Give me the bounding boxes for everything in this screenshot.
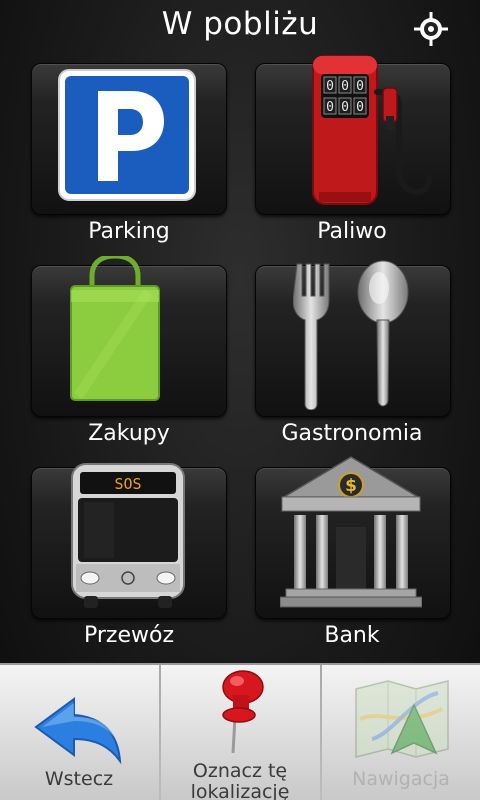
category-label-transport: Przewóz <box>83 623 174 648</box>
shopping-bag-icon <box>68 253 162 408</box>
bus-icon: SOS <box>70 460 186 614</box>
category-label-fuel: Paliwo <box>317 219 387 244</box>
bank-currency-symbol: $ <box>345 476 357 496</box>
back-arrow-icon <box>34 695 124 769</box>
pump-digit: 0 <box>341 79 349 94</box>
header: W pobliżu <box>0 0 480 56</box>
category-label-bank: Bank <box>324 623 380 648</box>
navigation-button-label: Nawigacja <box>352 768 450 790</box>
page-title: W pobliżu <box>161 6 319 42</box>
push-pin-icon <box>213 669 269 759</box>
category-label-parking: Parking <box>88 219 170 244</box>
bank-building-icon: $ <box>279 455 423 615</box>
bottom-action-bar: Wstecz Oznacz tę lokalizację Nawigacja <box>0 663 480 800</box>
back-button[interactable]: Wstecz <box>0 665 158 800</box>
parking-sign-icon <box>58 69 196 205</box>
navigation-button[interactable]: Nawigacja <box>322 665 480 800</box>
mark-location-label: Oznacz tę lokalizację <box>190 760 290 800</box>
pump-digit: 0 <box>356 79 364 94</box>
pump-digit: 0 <box>326 79 334 94</box>
mark-location-button[interactable]: Oznacz tę lokalizację <box>161 665 319 800</box>
map-navigation-icon <box>352 679 452 763</box>
pump-digit: 0 <box>341 100 349 115</box>
fork-spoon-icon <box>292 260 413 414</box>
pump-digit: 0 <box>356 100 364 115</box>
category-label-gastronomy: Gastronomia <box>281 421 423 446</box>
bus-route-display: SOS <box>114 475 141 493</box>
gps-crosshair-icon[interactable] <box>412 10 450 48</box>
fuel-pump-icon: 0 0 0 0 0 0 <box>305 52 435 212</box>
category-label-shopping: Zakupy <box>88 421 170 446</box>
pump-digit: 0 <box>326 100 334 115</box>
nearby-screen: W pobliżu Parking 0 0 0 0 0 0 Paliwo Zak… <box>0 0 480 800</box>
back-button-label: Wstecz <box>44 768 114 790</box>
